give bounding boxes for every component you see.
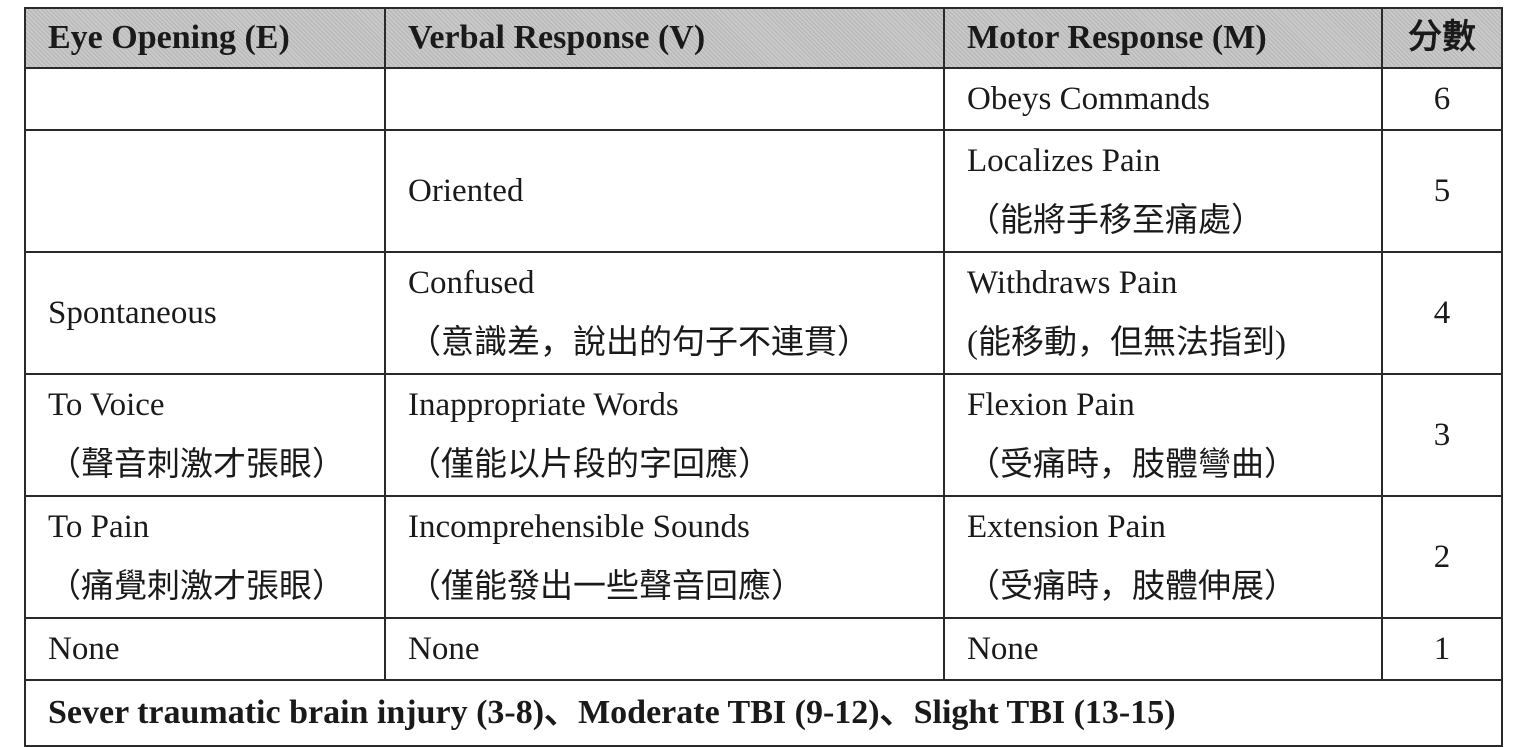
verbal-label: None — [408, 631, 480, 667]
eye-cell — [24, 67, 386, 131]
table-row: To Voice （聲音刺激才張眼） Inappropriate Words （… — [24, 373, 1503, 497]
verbal-label: Inappropriate Words — [408, 387, 679, 423]
header-score: 分數 — [1381, 7, 1503, 69]
score-cell: 4 — [1381, 251, 1503, 375]
motor-description: (能移動，但無法指到) — [967, 325, 1286, 361]
motor-cell: Extension Pain （受痛時，肢體伸展） — [943, 495, 1383, 619]
motor-label: Flexion Pain — [967, 387, 1135, 423]
motor-cell: Obeys Commands — [943, 67, 1383, 131]
score-cell: 5 — [1381, 129, 1503, 253]
eye-label: To Voice — [48, 387, 165, 423]
header-row: Eye Opening (E) Verbal Response (V) Moto… — [24, 7, 1503, 69]
eye-description: （聲音刺激才張眼） — [48, 447, 345, 483]
motor-description: （受痛時，肢體彎曲） — [967, 447, 1297, 483]
eye-cell: To Voice （聲音刺激才張眼） — [24, 373, 386, 497]
motor-cell: Withdraws Pain (能移動，但無法指到) — [943, 251, 1383, 375]
motor-label: Withdraws Pain — [967, 265, 1178, 301]
motor-label: Extension Pain — [967, 509, 1166, 545]
verbal-cell: Confused （意識差，說出的句子不連貫） — [384, 251, 945, 375]
motor-cell: Flexion Pain （受痛時，肢體彎曲） — [943, 373, 1383, 497]
verbal-cell — [384, 67, 945, 131]
verbal-description: （僅能發出一些聲音回應） — [408, 569, 804, 605]
eye-label: None — [48, 631, 120, 667]
score-cell: 3 — [1381, 373, 1503, 497]
eye-cell — [24, 129, 386, 253]
motor-label: None — [967, 631, 1039, 667]
eye-label: To Pain — [48, 509, 150, 545]
severity-legend: Sever traumatic brain injury (3-8)、Moder… — [24, 679, 1503, 747]
verbal-label: Incomprehensible Sounds — [408, 509, 750, 545]
table-row: To Pain （痛覺刺激才張眼） Incomprehensible Sound… — [24, 495, 1503, 619]
table-row: Spontaneous Confused （意識差，說出的句子不連貫） With… — [24, 251, 1503, 375]
motor-description: （能將手移至痛處） — [967, 203, 1264, 239]
table-row: None None None 1 — [24, 617, 1503, 681]
table-row: Obeys Commands 6 — [24, 67, 1503, 131]
verbal-description: （僅能以片段的字回應） — [408, 447, 771, 483]
motor-cell: Localizes Pain （能將手移至痛處） — [943, 129, 1383, 253]
eye-cell: None — [24, 617, 386, 681]
motor-cell: None — [943, 617, 1383, 681]
verbal-description: （意識差，說出的句子不連貫） — [408, 325, 870, 361]
eye-label: Spontaneous — [48, 295, 217, 331]
table-row: Oriented Localizes Pain （能將手移至痛處） 5 — [24, 129, 1503, 253]
motor-description: （受痛時，肢體伸展） — [967, 569, 1297, 605]
score-cell: 6 — [1381, 67, 1503, 131]
footer-row: Sever traumatic brain injury (3-8)、Moder… — [24, 679, 1503, 747]
verbal-label: Oriented — [408, 173, 524, 209]
glasgow-coma-scale-table: Eye Opening (E) Verbal Response (V) Moto… — [24, 7, 1503, 747]
eye-cell: Spontaneous — [24, 251, 386, 375]
header-verbal-response: Verbal Response (V) — [384, 7, 945, 69]
eye-cell: To Pain （痛覺刺激才張眼） — [24, 495, 386, 619]
header-eye-opening: Eye Opening (E) — [24, 7, 386, 69]
verbal-cell: Inappropriate Words （僅能以片段的字回應） — [384, 373, 945, 497]
verbal-cell: Incomprehensible Sounds （僅能發出一些聲音回應） — [384, 495, 945, 619]
header-motor-response: Motor Response (M) — [943, 7, 1383, 69]
motor-label: Obeys Commands — [967, 81, 1210, 117]
score-cell: 2 — [1381, 495, 1503, 619]
eye-description: （痛覺刺激才張眼） — [48, 569, 345, 605]
score-cell: 1 — [1381, 617, 1503, 681]
verbal-cell: None — [384, 617, 945, 681]
verbal-cell: Oriented — [384, 129, 945, 253]
verbal-label: Confused — [408, 265, 535, 301]
motor-label: Localizes Pain — [967, 143, 1161, 179]
